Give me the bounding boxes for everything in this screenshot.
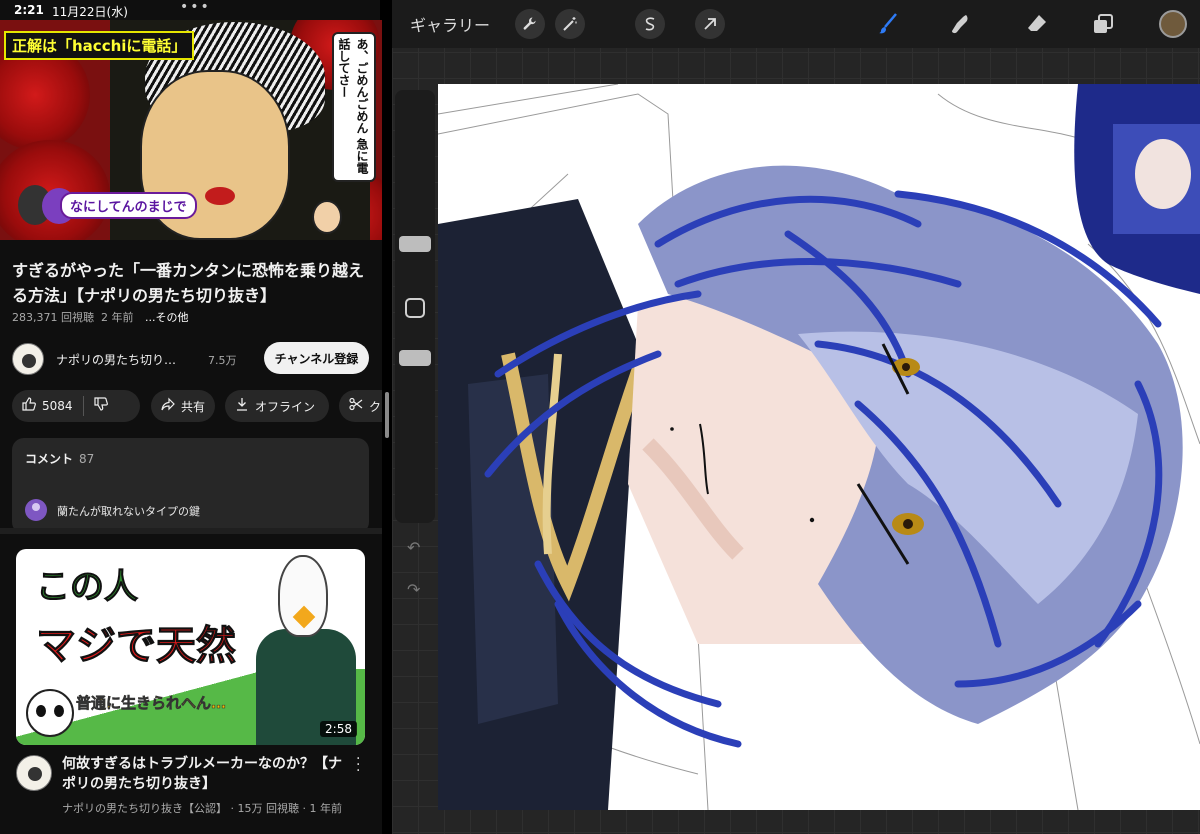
view-count: 283,371 回視聴	[12, 311, 94, 324]
commenter-avatar	[25, 499, 47, 521]
magic-wand-icon[interactable]	[555, 9, 585, 39]
undo-icon[interactable]: ↶	[407, 538, 420, 557]
thumbs-down-icon[interactable]	[93, 397, 108, 415]
download-label: オフライン	[255, 399, 316, 414]
layers-icon[interactable]	[1088, 9, 1118, 39]
split-view-divider[interactable]	[382, 0, 392, 834]
multitasking-dots[interactable]: •••	[180, 0, 211, 15]
channel-name[interactable]: ナポリの男たち切り…	[56, 351, 196, 368]
artwork	[438, 84, 1200, 810]
recommended-video-thumbnail[interactable]: この人 マジで天然 普通に生きられへん… 2:58	[16, 549, 365, 745]
speech-bubble: あ、ごめんごめん 急に電話してさー	[332, 32, 376, 182]
scissors-icon	[349, 397, 363, 415]
thumbs-up-icon[interactable]	[22, 397, 36, 415]
recommended-channel-avatar[interactable]	[16, 755, 52, 791]
status-time: 2:21	[14, 3, 44, 17]
thumbnail-caption: なにしてんのまじで	[60, 192, 197, 219]
recommended-video-meta: ナポリの男たち切り抜き【公認】 · 15万 回視聴 · 1 年前	[62, 802, 342, 815]
thumbnail-banner: 正解は「hacchiに電話」	[4, 31, 195, 60]
brush-opacity-slider[interactable]	[399, 350, 431, 366]
channel-row: ナポリの男たち切り… 7.5万 チャンネル登録	[12, 342, 372, 376]
brush-sidebar: ↶ ↷	[395, 90, 435, 599]
brush-icon[interactable]	[873, 9, 903, 39]
procreate-app: ギャラリー ↶ ↷	[392, 0, 1200, 834]
status-bar: 2:21 11月22日(水) •••	[0, 0, 380, 20]
share-icon	[161, 397, 175, 415]
mole-dot	[809, 517, 815, 523]
video-duration: 2:58	[320, 721, 357, 737]
subscriber-count: 7.5万	[208, 354, 237, 367]
channel-avatar[interactable]	[12, 343, 44, 375]
comment-count: 87	[79, 452, 95, 466]
share-label: 共有	[181, 399, 206, 414]
thumbnail-text-1: この人	[36, 567, 139, 608]
brush-size-slider[interactable]	[399, 236, 431, 252]
procreate-toolbar: ギャラリー	[392, 0, 1200, 48]
character-lips	[205, 187, 235, 205]
download-button[interactable]: オフライン	[225, 390, 329, 422]
top-comment-text: 蘭たんが取れないタイプの鍵	[57, 505, 200, 518]
more-options-icon[interactable]: · · ·	[356, 752, 360, 778]
like-dislike-group: 5084	[12, 390, 140, 422]
nose-dot	[670, 427, 674, 431]
comments-panel[interactable]: コメント 87 蘭たんが取れないタイプの鍵	[12, 438, 369, 534]
section-divider	[0, 528, 382, 534]
share-button[interactable]: 共有	[151, 390, 215, 422]
smudge-icon[interactable]	[946, 9, 976, 39]
wrench-icon[interactable]	[515, 9, 545, 39]
upload-age: 2 年前	[100, 311, 134, 324]
subscribe-button[interactable]: チャンネル登録	[264, 342, 369, 374]
panda-character	[26, 689, 74, 737]
video-player[interactable]: 正解は「hacchiに電話」 あ、ごめんごめん 急に電話してさー なにしてんのま…	[0, 20, 382, 240]
comments-header: コメント 87	[25, 450, 94, 467]
move-arrow-icon[interactable]	[695, 9, 725, 39]
color-picker-swatch[interactable]	[1159, 10, 1187, 38]
video-meta[interactable]: 283,371 回視聴 2 年前 ...その他	[12, 309, 188, 325]
more-link[interactable]: ...その他	[145, 311, 189, 324]
clip-label: ク	[369, 399, 382, 414]
thumbnail-text-3: 普通に生きられへん…	[76, 694, 227, 713]
thumbnail-text-2: マジで天然	[36, 623, 237, 670]
download-icon	[235, 397, 249, 415]
split-view-handle[interactable]	[385, 392, 389, 438]
reference-face	[1135, 139, 1191, 209]
like-divider	[82, 396, 84, 416]
selection-icon[interactable]	[635, 9, 665, 39]
recommended-video-title[interactable]: 何故すぎるはトラブルメーカーなのか？【ナポリの男たち切り抜き】	[62, 754, 352, 794]
youtube-app: 正解は「hacchiに電話」 あ、ごめんごめん 急に電話してさー なにしてんのま…	[0, 20, 382, 834]
gallery-button[interactable]: ギャラリー	[410, 12, 490, 36]
like-count[interactable]: 5084	[42, 399, 73, 413]
action-bar: 5084 共有 オフライン ク	[12, 390, 382, 422]
chibi-character	[312, 200, 342, 234]
comments-title: コメント	[25, 452, 74, 466]
status-date: 11月22日(水)	[52, 5, 128, 19]
redo-icon[interactable]: ↷	[407, 580, 420, 599]
drawing-canvas[interactable]	[438, 84, 1200, 810]
video-title[interactable]: すぎるがやった「一番カンタンに恐怖を乗り越える方法」【ナポリの男たち切り抜き】	[12, 258, 372, 308]
clip-button[interactable]: ク	[339, 390, 382, 422]
modify-button[interactable]	[405, 298, 425, 318]
eraser-icon[interactable]	[1022, 9, 1052, 39]
